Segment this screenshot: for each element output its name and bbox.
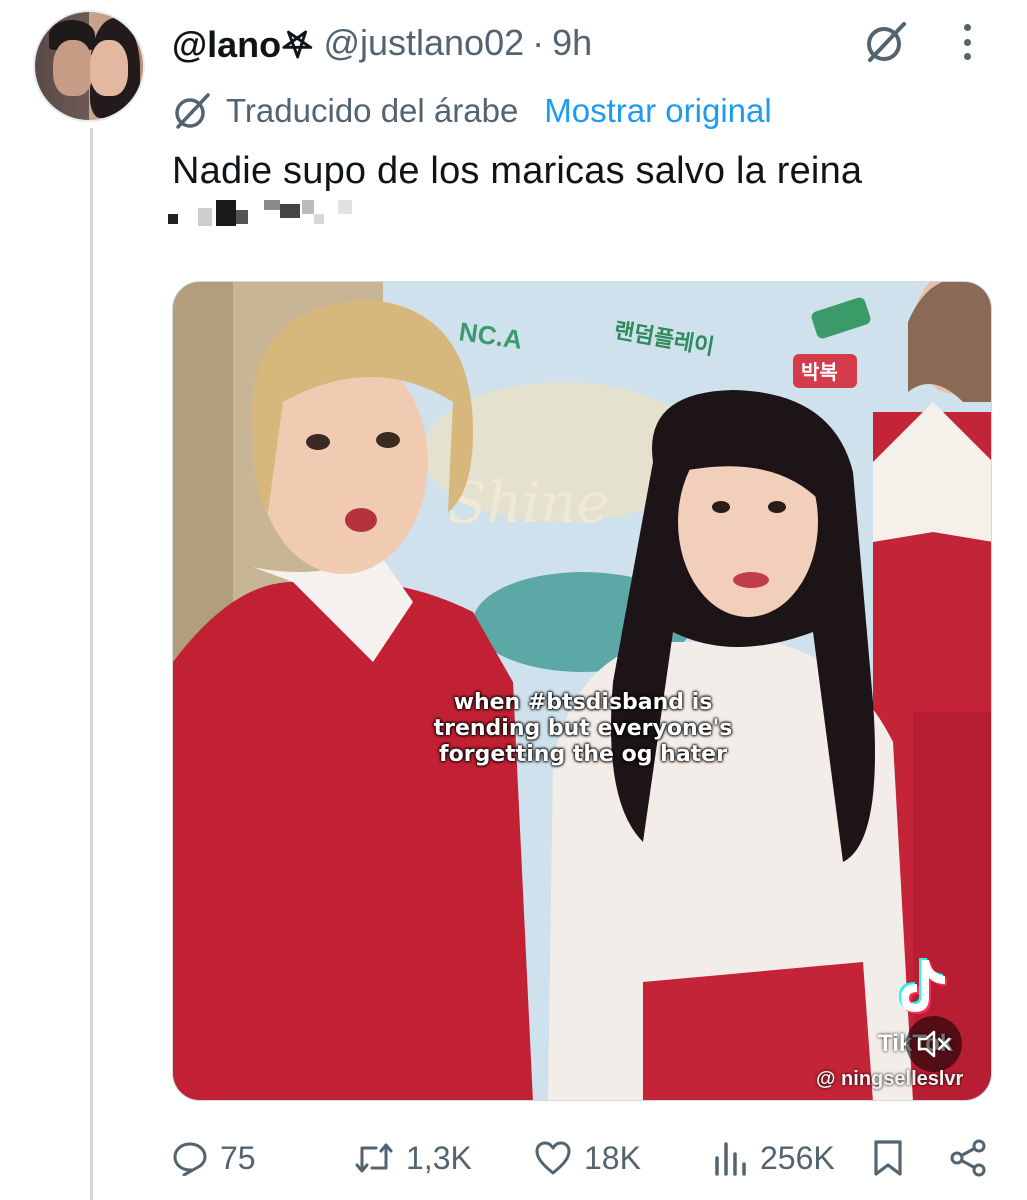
bookmark-icon (874, 1140, 902, 1176)
views-icon (715, 1142, 746, 1176)
reply-count: 75 (220, 1139, 256, 1176)
translation-label: Traducido del árabe (226, 92, 519, 129)
action-bar: 75 1,3K 18K 256K (172, 1130, 992, 1186)
caption-line: when #btsdisband is (453, 690, 713, 715)
like-button[interactable]: 18K (534, 1130, 641, 1186)
reply-icon (173, 1142, 207, 1176)
share-icon (950, 1139, 986, 1177)
bookmark-button[interactable] (872, 1130, 916, 1186)
tiktok-watermark: @ ningselleslvr (816, 1068, 964, 1090)
avatar-face (53, 40, 93, 96)
like-count: 18K (584, 1139, 641, 1176)
translate-icon (175, 93, 210, 129)
caption-line: trending but everyone's (433, 716, 733, 741)
translation-bar: Traducido del árabe Mostrar original (172, 86, 772, 136)
show-original-link[interactable]: Mostrar original (544, 92, 771, 130)
repost-button[interactable]: 1,3K (354, 1130, 472, 1186)
display-name[interactable]: @lano𖤐 (172, 19, 313, 68)
pixelated-emoji (168, 194, 368, 234)
timestamp[interactable]: 9h (552, 22, 592, 64)
user-handle[interactable]: @justlano02 (323, 22, 524, 64)
views-count: 256K (760, 1139, 835, 1176)
like-icon (535, 1141, 571, 1175)
share-button[interactable] (948, 1130, 1000, 1186)
mute-icon (917, 1030, 951, 1058)
tweet-header: @lano𖤐 @justlano02 · 9h (172, 18, 592, 68)
avatar-face (90, 40, 128, 96)
sign-shine: Shine (448, 471, 610, 536)
avatar[interactable] (33, 10, 145, 122)
caption-line: forgetting the og hater (439, 742, 727, 767)
separator-dot: · (532, 22, 545, 63)
mute-button[interactable] (906, 1016, 962, 1072)
thread-line (90, 128, 93, 1200)
reply-button[interactable]: 75 (172, 1130, 256, 1186)
views-button[interactable]: 256K (712, 1130, 835, 1186)
more-icon[interactable] (955, 20, 979, 64)
repost-count: 1,3K (406, 1139, 472, 1176)
tweet-text: Nadie supo de los maricas salvo la reina (172, 150, 863, 192)
video-caption: when #btsdisband is trending but everyon… (173, 690, 991, 768)
tiktok-logo-icon (899, 958, 947, 1014)
grok-icon[interactable] (862, 18, 910, 66)
video-thumbnail[interactable]: NC.A Shine 랜덤플레이 박복 when #btsdisband is … (172, 281, 992, 1101)
sign-label: 박복 (801, 360, 838, 384)
repost-icon (355, 1143, 393, 1173)
